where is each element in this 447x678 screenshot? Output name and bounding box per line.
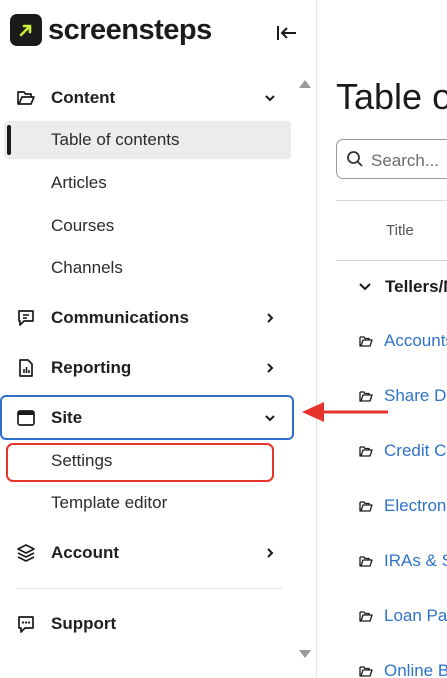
folder-icon bbox=[359, 556, 373, 567]
sidebar-item-label: Channels bbox=[51, 258, 123, 277]
sidebar-item-label: Articles bbox=[51, 173, 107, 192]
layers-icon bbox=[17, 544, 35, 562]
active-indicator bbox=[7, 125, 11, 155]
row-link[interactable]: IRAs & Savings bbox=[384, 551, 447, 571]
nav-group-support[interactable]: Support bbox=[0, 604, 294, 644]
group-row-label: Tellers/Member Services bbox=[385, 277, 447, 296]
row-link[interactable]: Online Banking bbox=[384, 661, 447, 678]
row-link[interactable]: Credit Cards bbox=[384, 441, 447, 461]
table-divider bbox=[336, 260, 447, 261]
report-icon bbox=[19, 359, 33, 377]
logo-mark-icon bbox=[10, 14, 42, 46]
folder-icon bbox=[359, 611, 373, 622]
table-row[interactable]: Online Banking bbox=[359, 660, 447, 678]
chevron-right-icon bbox=[267, 363, 274, 373]
row-link[interactable]: Loan Payments bbox=[384, 606, 447, 626]
chevron-right-icon bbox=[267, 313, 274, 323]
folder-icon bbox=[359, 336, 373, 347]
sidebar-item-label: Settings bbox=[51, 451, 113, 470]
scroll-down-icon[interactable] bbox=[299, 650, 311, 658]
sidebar-item-template-editor[interactable]: Template editor bbox=[0, 484, 294, 522]
page-title: Table of contents bbox=[336, 76, 447, 117]
table-row[interactable]: IRAs & Savings bbox=[359, 550, 447, 572]
table-row[interactable]: Accounts bbox=[359, 330, 447, 352]
folder-icon bbox=[359, 446, 373, 457]
table-row[interactable]: Share Drafts bbox=[359, 385, 447, 407]
app-window: screensteps Content Table of contents Ar… bbox=[0, 0, 447, 678]
sidebar-divider bbox=[16, 588, 282, 589]
logo[interactable]: screensteps bbox=[10, 14, 212, 46]
table-row[interactable]: Electronic Services bbox=[359, 495, 447, 517]
collapse-sidebar-button[interactable] bbox=[273, 20, 301, 46]
nav-group-label: Content bbox=[51, 88, 116, 107]
sidebar-item-label: Table of contents bbox=[51, 130, 180, 149]
nav-group-site[interactable]: Site bbox=[0, 398, 294, 438]
folder-icon bbox=[359, 666, 373, 677]
nav-group-account[interactable]: Account bbox=[0, 533, 294, 573]
nav-group-label: Communications bbox=[51, 308, 189, 327]
search-placeholder: Search... bbox=[371, 151, 440, 170]
browser-window-icon bbox=[17, 410, 35, 426]
nav-group-label: Support bbox=[51, 614, 117, 633]
nav-group-label: Account bbox=[51, 543, 119, 562]
sidebar-item-courses[interactable]: Courses bbox=[0, 207, 294, 245]
collapse-left-icon bbox=[277, 26, 296, 40]
table-row[interactable]: Loan Payments bbox=[359, 605, 447, 627]
sidebar-item-settings[interactable]: Settings bbox=[0, 442, 294, 480]
chevron-down-icon bbox=[265, 415, 275, 422]
chevron-right-icon bbox=[267, 548, 274, 558]
nav-group-label: Site bbox=[51, 408, 83, 427]
table-divider bbox=[336, 200, 447, 201]
folder-open-icon bbox=[17, 91, 35, 105]
sidebar-scrollbar[interactable] bbox=[296, 72, 314, 668]
nav-group-reporting[interactable]: Reporting bbox=[0, 348, 294, 388]
nav-group-label: Reporting bbox=[51, 358, 132, 377]
nav-group-communications[interactable]: Communications bbox=[0, 298, 294, 338]
sidebar-item-label: Courses bbox=[51, 216, 115, 235]
sidebar-item-table-of-contents[interactable]: Table of contents bbox=[4, 121, 291, 159]
search-input[interactable]: Search... bbox=[336, 139, 447, 179]
chat-icon bbox=[18, 616, 34, 633]
sidebar: screensteps Content Table of contents Ar… bbox=[0, 0, 317, 678]
folder-icon bbox=[359, 391, 373, 402]
chevron-down-icon bbox=[265, 95, 275, 102]
search-icon bbox=[347, 151, 363, 167]
sidebar-item-articles[interactable]: Articles bbox=[0, 164, 294, 202]
chevron-down-icon bbox=[359, 283, 371, 291]
nav-group-content[interactable]: Content bbox=[0, 78, 294, 118]
sidebar-item-label: Template editor bbox=[51, 493, 168, 512]
table-row[interactable]: Credit Cards bbox=[359, 440, 447, 462]
row-link[interactable]: Share Drafts bbox=[384, 386, 447, 406]
row-link[interactable]: Electronic Services bbox=[384, 496, 447, 516]
main-content: Table of contents Search... Title Teller… bbox=[317, 0, 447, 678]
table-group-row[interactable]: Tellers/Member Services bbox=[358, 277, 447, 297]
scroll-up-icon[interactable] bbox=[299, 80, 311, 88]
column-header-title[interactable]: Title bbox=[386, 222, 414, 239]
row-link[interactable]: Accounts bbox=[384, 331, 447, 351]
logo-text: screensteps bbox=[48, 14, 212, 46]
message-icon bbox=[18, 310, 34, 326]
sidebar-item-channels[interactable]: Channels bbox=[0, 249, 294, 287]
folder-icon bbox=[359, 501, 373, 512]
